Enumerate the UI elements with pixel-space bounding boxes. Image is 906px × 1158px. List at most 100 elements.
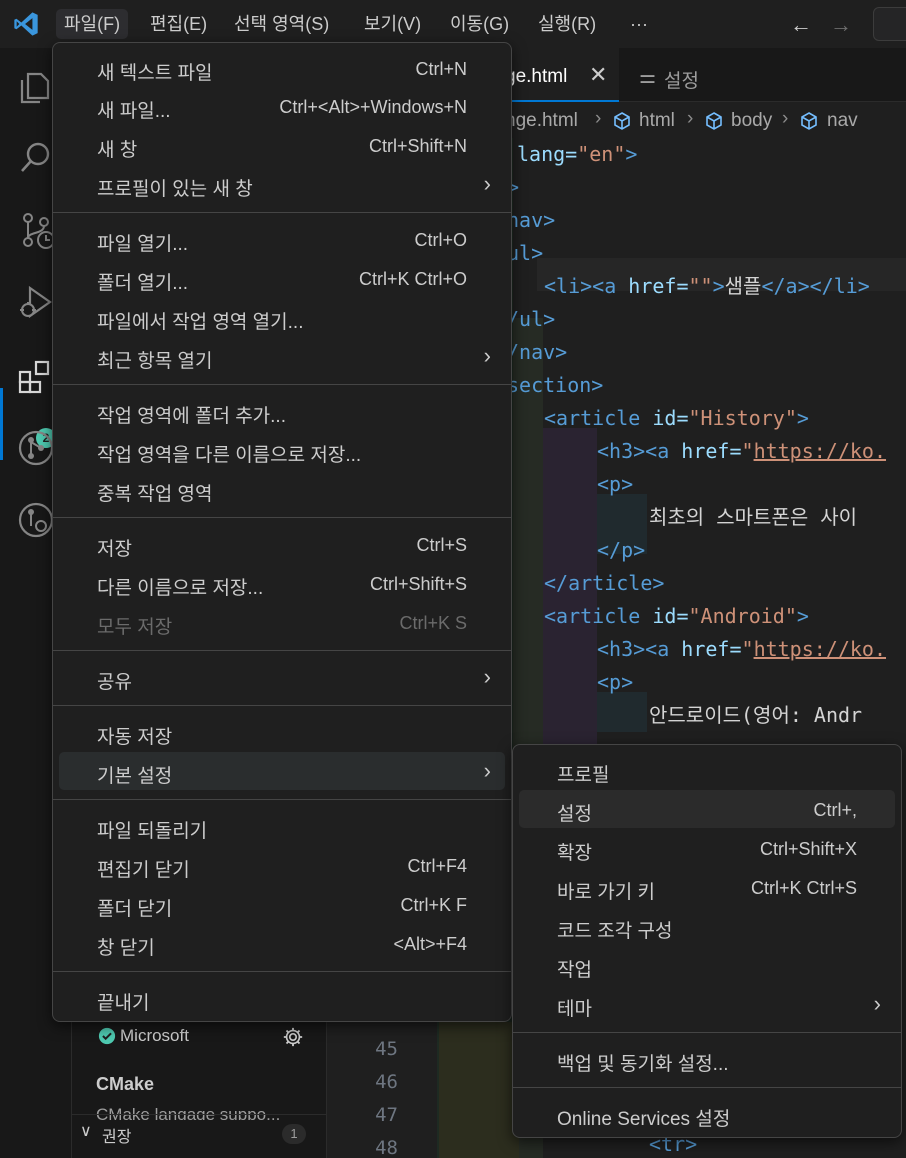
menu-item-new-window-profile[interactable]: 프로필이 있는 새 창 › [59,165,505,203]
back-arrow-icon[interactable]: ← [790,12,812,38]
settings-tab-icon: ⚌ [639,67,657,88]
file-menu: 새 텍스트 파일 Ctrl+N 새 파일... Ctrl+<Alt>+Windows… [52,42,512,1022]
extension-publisher: Microsoft [98,1026,189,1046]
menu-item-open-workspace[interactable]: 파일에서 작업 영역 열기... [59,298,505,336]
chevron-right-icon: › [483,758,491,783]
menu-item-new-text-file[interactable]: 새 텍스트 파일 Ctrl+N [59,49,505,87]
code-line: <h3><a href="https://ko. [597,439,887,463]
breadcrumb-separator-icon: › [782,108,789,129]
search-icon[interactable] [16,138,56,178]
code-line: <p> [597,670,634,694]
menu-separator [513,1032,901,1033]
command-center[interactable] [873,7,906,41]
menu-separator [53,212,511,213]
gear-icon[interactable] [282,1026,304,1048]
code-line: /ul> [507,307,556,331]
settings-tab-label: 설정 [664,71,700,92]
menu-item-close-window[interactable]: 창 닫기 <Alt>+F4 [59,924,505,962]
code-line: ul> [507,241,544,265]
code-line: <li><a href="">샘플</a></li> [544,274,870,298]
line-number: 45 [375,1038,398,1060]
extension-name[interactable]: CMake [96,1074,154,1095]
active-view-indicator [0,388,3,460]
menu-edit[interactable]: 편집(E) [142,9,215,39]
menu-item-close-editor[interactable]: 편집기 닫기 Ctrl+F4 [59,846,505,884]
code-line: section> [507,373,604,397]
menu-separator [53,971,511,972]
line-number: 46 [375,1071,398,1093]
submenu-item-extensions[interactable]: 확장 Ctrl+Shift+X [519,829,895,867]
menu-item-share[interactable]: 공유 › [59,658,505,696]
menu-separator [53,705,511,706]
menu-item-add-folder[interactable]: 작업 영역에 폴더 추가... [59,392,505,430]
menu-file[interactable]: 파일(F) [56,9,129,39]
tab-settings[interactable]: ⚌ 설정 [639,66,699,93]
menu-item-auto-save[interactable]: 자동 저장 [59,713,505,751]
code-line: </p> [597,538,646,562]
chevron-right-icon: › [483,664,491,689]
menu-item-new-file[interactable]: 새 파일... Ctrl+<Alt>+Windows+N [59,87,505,125]
code-line: <p> [597,472,634,496]
menu-separator [513,1087,901,1088]
menu-view[interactable]: 보기(V) [356,9,429,39]
recommended-label: 권장 [102,1129,132,1146]
submenu-item-backup-sync[interactable]: 백업 및 동기화 설정... [519,1040,895,1078]
breadcrumb-nav[interactable]: nav [827,110,858,132]
close-icon[interactable]: ✕ [589,62,607,88]
vscode-logo-icon [14,12,38,36]
menu-run[interactable]: 실행(R) [530,9,604,39]
remote-explorer-icon[interactable] [16,500,56,540]
recommended-section-header[interactable]: ∨ 권장 1 [72,1114,326,1150]
breadcrumb-body[interactable]: body [731,110,772,132]
line-number: 48 [375,1137,398,1158]
menu-item-open-folder[interactable]: 폴더 열기... Ctrl+K Ctrl+O [59,259,505,297]
submenu-item-themes[interactable]: 테마 › [519,985,895,1023]
submenu-item-tasks[interactable]: 작업 [519,946,895,984]
breadcrumb-html[interactable]: html [639,110,675,132]
menu-item-exit[interactable]: 끝내기 [59,979,505,1017]
code-line: /nav> [507,340,568,364]
submenu-item-keyboard-shortcuts[interactable]: 바로 가기 키 Ctrl+K Ctrl+S [519,868,895,906]
menu-item-preferences[interactable]: 기본 설정 › [59,752,505,790]
menu-item-revert-file[interactable]: 파일 되돌리기 [59,807,505,845]
menu-go[interactable]: 이동(G) [442,9,517,39]
chevron-right-icon: › [873,991,881,1016]
menu-separator [53,517,511,518]
line-number: 47 [375,1104,398,1126]
code-line: 안드로이드(영어: Andr [649,703,863,727]
menu-item-new-window[interactable]: 새 창 Ctrl+Shift+N [59,126,505,164]
submenu-item-profiles[interactable]: 프로필 [519,751,895,789]
menu-item-save-as[interactable]: 다른 이름으로 저장... Ctrl+Shift+S [59,564,505,602]
submenu-item-settings[interactable]: 설정 Ctrl+, [519,790,895,828]
menu-more[interactable]: ··· [622,9,656,39]
chevron-down-icon: ∨ [80,1123,92,1140]
menu-item-duplicate-workspace[interactable]: 중복 작업 영역 [59,470,505,508]
breadcrumb-separator-icon: › [687,108,694,129]
forward-arrow-icon[interactable]: → [830,12,852,38]
breadcrumb-file[interactable]: nge.html [505,110,578,132]
recommended-count-badge: 1 [282,1124,306,1144]
publisher-name: Microsoft [120,1026,189,1045]
source-control-icon[interactable] [16,210,56,250]
cube-icon [706,112,722,130]
menu-item-save-workspace-as[interactable]: 작업 영역을 다른 이름으로 저장... [59,431,505,469]
menu-separator [53,384,511,385]
run-debug-icon[interactable] [16,282,56,322]
code-line: nav> [507,208,556,232]
submenu-item-snippets[interactable]: 코드 조각 구성 [519,907,895,945]
git-graph-icon[interactable] [16,428,56,468]
menu-item-open-recent[interactable]: 최근 항목 열기 › [59,337,505,375]
code-line: <h3><a href="https://ko. [597,637,887,661]
menu-item-save-all[interactable]: 모두 저장 Ctrl+K S [59,603,505,641]
explorer-icon[interactable] [16,66,56,106]
menu-item-open-file[interactable]: 파일 열기... Ctrl+O [59,220,505,258]
submenu-item-online-services[interactable]: Online Services 설정 [519,1095,895,1133]
extensions-icon[interactable] [16,358,56,398]
menu-item-close-folder[interactable]: 폴더 닫기 Ctrl+K F [59,885,505,923]
preferences-submenu: 프로필 설정 Ctrl+, 확장 Ctrl+Shift+X 바로 가기 키 Ctrl+… [512,744,902,1138]
breadcrumb-separator-icon: › [595,108,602,129]
menu-item-save[interactable]: 저장 Ctrl+S [59,525,505,563]
code-line: </article> [544,571,665,595]
verified-badge-icon [98,1027,116,1045]
menu-selection[interactable]: 선택 영역(S) [226,9,337,39]
